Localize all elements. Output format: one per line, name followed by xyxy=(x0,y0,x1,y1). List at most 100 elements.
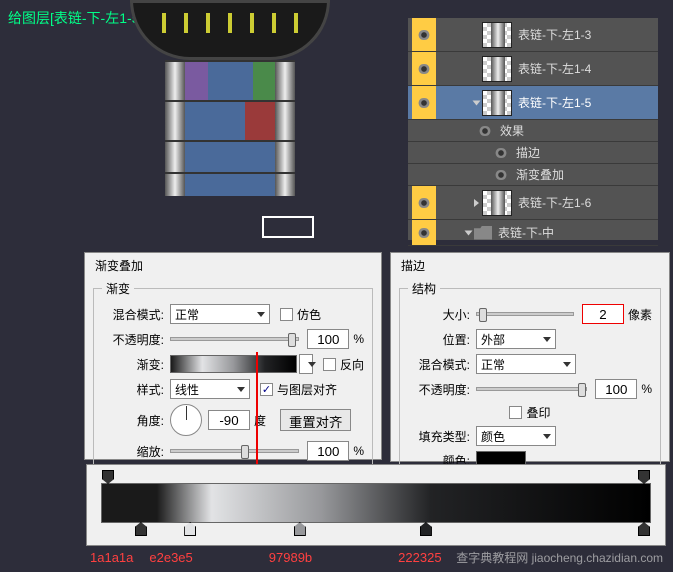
expand-icon[interactable] xyxy=(465,230,473,235)
watch-face xyxy=(130,0,330,60)
layer-thumb xyxy=(482,56,512,82)
gradient-bar[interactable] xyxy=(101,483,651,523)
layer-row[interactable]: 表链-下-左1-6 xyxy=(408,186,658,220)
stop-hex: 97989b xyxy=(269,550,312,565)
chevron-down-icon xyxy=(257,312,265,317)
style-label: 样式: xyxy=(102,381,164,398)
stop-hex: e2e3e5 xyxy=(149,550,192,565)
blend-label: 混合模式: xyxy=(102,306,164,323)
reset-align-button[interactable]: 重置对齐 xyxy=(280,409,351,431)
selection-marker xyxy=(262,216,314,238)
gradient-picker-button[interactable] xyxy=(299,354,313,374)
blend-mode-select[interactable]: 正常 xyxy=(476,354,576,374)
color-stop[interactable] xyxy=(294,522,306,536)
layer-name: 表链-下-左1-5 xyxy=(518,94,591,111)
layer-row-selected[interactable]: 表链-下-左1-5 xyxy=(408,86,658,120)
position-label: 位置: xyxy=(408,331,470,348)
opacity-stop[interactable] xyxy=(102,470,114,484)
chevron-down-icon xyxy=(543,337,551,342)
style-select[interactable]: 线性 xyxy=(170,379,250,399)
reverse-checkbox[interactable] xyxy=(323,358,336,371)
color-stop-labels: 1a1a1a e2e3e5 97989b 222325 xyxy=(90,550,442,565)
stop-hex: 1a1a1a xyxy=(90,550,133,565)
color-stop[interactable] xyxy=(184,522,196,536)
visibility-toggle[interactable] xyxy=(412,186,436,219)
visibility-toggle[interactable] xyxy=(412,18,436,51)
opacity-input[interactable] xyxy=(307,329,349,349)
watch-band xyxy=(165,60,295,196)
dialog-title: 渐变叠加 xyxy=(85,253,381,278)
pct-label: % xyxy=(353,332,364,346)
dither-checkbox[interactable] xyxy=(280,308,293,321)
layer-row[interactable]: 表链-下-左1-4 xyxy=(408,52,658,86)
blend-mode-select[interactable]: 正常 xyxy=(170,304,270,324)
opacity-input[interactable] xyxy=(595,379,637,399)
color-stop[interactable] xyxy=(420,522,432,536)
eye-icon xyxy=(417,30,431,40)
eye-icon xyxy=(478,126,492,136)
layer-thumb xyxy=(482,22,512,48)
structure-group: 结构 大小: 像素 位置: 外部 混合模式: 正常 不透明度: % 叠印 填充类… xyxy=(399,288,661,481)
eye-icon xyxy=(494,148,508,158)
effect-stroke[interactable]: 描边 xyxy=(408,142,658,164)
visibility-toggle[interactable] xyxy=(412,52,436,85)
scale-slider[interactable] xyxy=(170,449,299,453)
gradient-preview[interactable] xyxy=(170,355,297,373)
filltype-label: 填充类型: xyxy=(408,428,470,445)
pct-label: % xyxy=(353,444,364,458)
size-unit: 像素 xyxy=(628,306,652,323)
expand-icon[interactable] xyxy=(473,100,481,105)
stop-hex: 222325 xyxy=(398,550,441,565)
effects-label: 效果 xyxy=(500,122,524,139)
eye-icon xyxy=(417,98,431,108)
angle-dial[interactable] xyxy=(170,404,202,436)
color-stop[interactable] xyxy=(638,522,650,536)
visibility-toggle[interactable] xyxy=(412,220,436,245)
opacity-slider[interactable] xyxy=(476,387,587,391)
gradient-editor xyxy=(86,464,666,546)
folder-icon xyxy=(474,226,492,240)
chevron-down-icon xyxy=(543,434,551,439)
opacity-label: 不透明度: xyxy=(102,331,164,348)
opacity-label: 不透明度: xyxy=(408,381,470,398)
dialog-title: 描边 xyxy=(391,253,669,278)
gradient-overlay-dialog: 渐变叠加 渐变 混合模式: 正常 仿色 不透明度: % 渐变: 反向 样式: 线… xyxy=(84,252,382,460)
opacity-stop[interactable] xyxy=(638,470,650,484)
size-slider[interactable] xyxy=(476,312,574,316)
layer-row[interactable]: 表链-下-左1-3 xyxy=(408,18,658,52)
gradient-group: 渐变 混合模式: 正常 仿色 不透明度: % 渐变: 反向 样式: 线性 xyxy=(93,288,373,473)
filltype-select[interactable]: 颜色 xyxy=(476,426,556,446)
chevron-down-icon xyxy=(308,362,316,367)
layers-panel: 表链-下-左1-3 表链-下-左1-4 表链-下-左1-5 效果 描边 渐变叠加… xyxy=(408,18,658,240)
effect-gradient[interactable]: 渐变叠加 xyxy=(408,164,658,186)
group-title: 渐变 xyxy=(102,280,134,297)
visibility-toggle[interactable] xyxy=(412,86,436,119)
align-label: 与图层对齐 xyxy=(277,381,337,398)
overprint-checkbox[interactable] xyxy=(509,406,522,419)
opacity-slider[interactable] xyxy=(170,337,299,341)
layer-group-row[interactable]: 表链-下-中 xyxy=(408,220,658,246)
expand-icon[interactable] xyxy=(474,199,479,207)
annotation-arrow xyxy=(256,352,258,472)
reverse-label: 反向 xyxy=(340,356,364,373)
size-label: 大小: xyxy=(408,306,470,323)
position-select[interactable]: 外部 xyxy=(476,329,556,349)
color-stop[interactable] xyxy=(135,522,147,536)
gradient-label: 渐变: xyxy=(102,356,164,373)
dither-label: 仿色 xyxy=(297,306,321,323)
overprint-label: 叠印 xyxy=(526,404,550,421)
effects-header[interactable]: 效果 xyxy=(408,120,658,142)
blend-label: 混合模式: xyxy=(408,356,470,373)
eye-icon xyxy=(417,198,431,208)
layer-name: 表链-下-左1-3 xyxy=(518,26,591,43)
angle-input[interactable] xyxy=(208,410,250,430)
angle-label: 角度: xyxy=(102,412,164,429)
scale-input[interactable] xyxy=(307,441,349,461)
group-title: 结构 xyxy=(408,280,440,297)
layer-name: 表链-下-左1-4 xyxy=(518,60,591,77)
size-input[interactable] xyxy=(582,304,624,324)
layer-thumb xyxy=(482,90,512,116)
layer-thumb xyxy=(482,190,512,216)
effect-label: 渐变叠加 xyxy=(516,166,564,183)
align-checkbox[interactable] xyxy=(260,383,273,396)
